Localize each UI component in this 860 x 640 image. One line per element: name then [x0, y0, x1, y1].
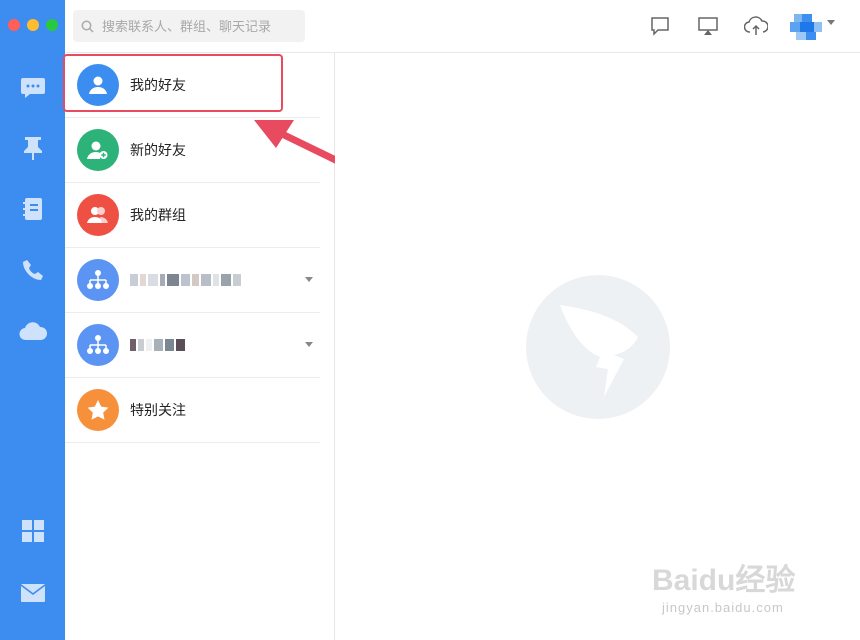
pin-icon[interactable]: [17, 132, 49, 164]
window-minimize-button[interactable]: [27, 19, 39, 31]
left-sidebar: [0, 0, 65, 640]
blurred-org-name: [130, 339, 185, 351]
contact-category-my-friends[interactable]: 我的好友: [65, 53, 320, 118]
window-close-button[interactable]: [8, 19, 20, 31]
row-label: 新的好友: [130, 142, 186, 158]
top-bar: [65, 0, 860, 53]
star-icon: [77, 389, 119, 431]
org-chart-icon: [77, 324, 119, 366]
contact-category-organization-2[interactable]: [65, 313, 320, 378]
search-box[interactable]: [73, 10, 305, 42]
person-icon: [77, 64, 119, 106]
watermark-url: jingyan.baidu.com: [662, 600, 784, 615]
row-label: 我的好友: [130, 77, 186, 93]
search-icon: [81, 20, 94, 33]
message-icon[interactable]: [648, 14, 672, 38]
org-chart-icon: [77, 259, 119, 301]
window-maximize-button[interactable]: [46, 19, 58, 31]
expand-caret-icon[interactable]: [305, 342, 313, 347]
search-input[interactable]: [100, 17, 304, 35]
cloud-upload-icon[interactable]: [744, 14, 768, 38]
screen-share-icon[interactable]: [696, 14, 720, 38]
phone-icon[interactable]: [17, 254, 49, 286]
group-icon: [77, 194, 119, 236]
cloud-icon[interactable]: [17, 315, 49, 347]
apps-grid-icon[interactable]: [17, 515, 49, 547]
add-person-icon: [77, 129, 119, 171]
row-label: 我的群组: [130, 207, 186, 223]
expand-caret-icon[interactable]: [305, 277, 313, 282]
watermark-brand: Baidu经验: [652, 563, 795, 597]
mail-icon[interactable]: [17, 577, 49, 609]
contact-category-special-follow[interactable]: 特别关注: [65, 378, 320, 443]
app-logo-icon: [526, 275, 670, 419]
blurred-org-name: [130, 274, 241, 286]
chat-bubble-icon[interactable]: [17, 72, 49, 104]
contacts-book-icon[interactable]: [17, 193, 49, 225]
row-label: 特别关注: [130, 402, 186, 418]
contact-category-organization[interactable]: [65, 248, 320, 313]
account-dropdown-caret-icon[interactable]: [827, 20, 835, 25]
user-avatar[interactable]: [790, 12, 822, 42]
baidu-watermark-icon: Baidu经验: [652, 563, 795, 597]
